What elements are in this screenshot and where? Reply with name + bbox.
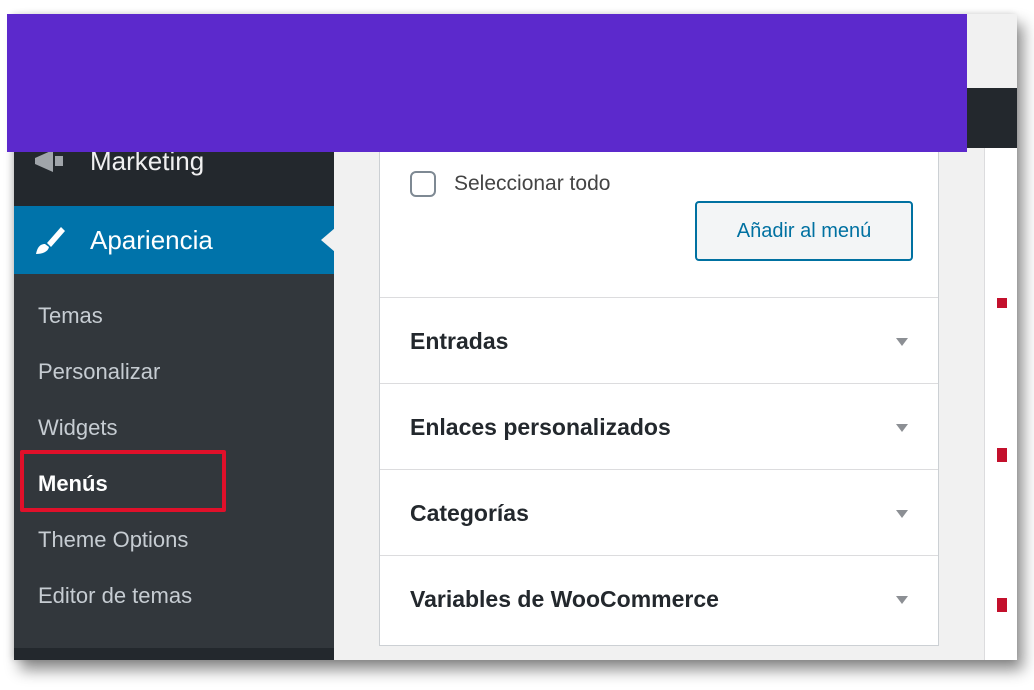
menus-highlight-box	[20, 450, 226, 512]
section-title: Entradas	[410, 328, 509, 354]
section-title: Variables de WooCommerce	[410, 586, 719, 612]
section-title: Enlaces personalizados	[410, 414, 671, 440]
right-column-edge	[984, 148, 1017, 660]
redaction-banner	[7, 14, 967, 152]
sidebar-item-apariencia[interactable]: Apariencia	[14, 206, 335, 274]
submenu-item-theme-options[interactable]: Theme Options	[38, 520, 188, 560]
accordion-section-enlaces[interactable]: Enlaces personalizados	[380, 383, 938, 469]
accordion-section-woocommerce[interactable]: Variables de WooCommerce	[380, 555, 938, 641]
select-all-label: Seleccionar todo	[454, 172, 611, 195]
triangle-down-icon	[896, 510, 908, 518]
accordion-section-categorias[interactable]: Categorías	[380, 469, 938, 555]
triangle-down-icon	[896, 424, 908, 432]
select-all[interactable]: Seleccionar todo	[410, 171, 610, 197]
accordion-section-entradas[interactable]: Entradas	[380, 297, 938, 383]
add-to-menu-button[interactable]: Añadir al menú	[695, 201, 913, 261]
submenu-item-temas[interactable]: Temas	[38, 296, 103, 336]
sidebar-item-label: Apariencia	[90, 224, 213, 255]
submenu-item-widgets[interactable]: Widgets	[38, 408, 117, 448]
section-title: Categorías	[410, 500, 529, 526]
triangle-down-icon	[896, 596, 908, 604]
paintbrush-icon	[32, 222, 68, 258]
submenu-item-personalizar[interactable]: Personalizar	[38, 352, 160, 392]
select-all-checkbox[interactable]	[410, 171, 436, 197]
menu-items-panel: Seleccionar todo Añadir al menú Entradas…	[379, 134, 939, 646]
triangle-down-icon	[896, 338, 908, 346]
submenu-item-editor-de-temas[interactable]: Editor de temas	[38, 576, 192, 616]
admin-sidebar: Marketing Apariencia Temas Personalizar …	[14, 146, 335, 660]
